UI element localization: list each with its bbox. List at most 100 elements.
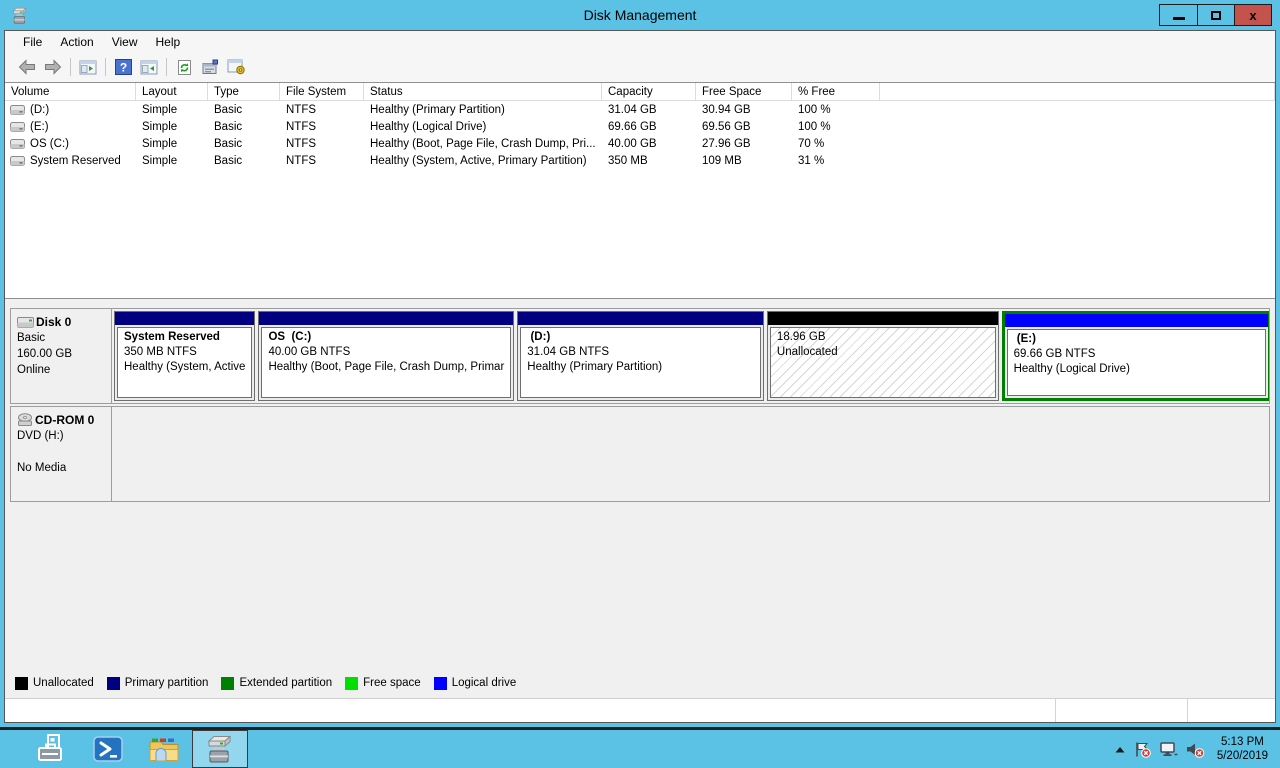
powershell-taskbar-button[interactable] <box>80 730 136 768</box>
disk-graphic-pane: Disk 0Basic160.00 GBOnlineSystem Reserve… <box>5 299 1275 698</box>
legend-item-free-space: Free space <box>345 677 421 690</box>
refresh-icon[interactable] <box>171 55 197 79</box>
disk-label[interactable]: Disk 0Basic160.00 GBOnline <box>11 309 112 403</box>
partition-color-bar <box>518 312 763 325</box>
help-icon[interactable]: ? <box>110 55 136 79</box>
svg-text:?: ? <box>119 61 126 75</box>
layout-cell: Simple <box>136 121 208 133</box>
menu-file[interactable]: File <box>14 32 51 52</box>
minimize-icon <box>1173 17 1185 20</box>
free-space-cell: 30.94 GB <box>696 104 792 116</box>
column-header-capacity[interactable]: Capacity <box>602 83 696 101</box>
partition-block-e[interactable]: (E:)69.66 GB NTFSHealthy (Logical Drive) <box>1002 311 1269 401</box>
properties-icon[interactable] <box>197 55 223 79</box>
column-header-spacer[interactable] <box>880 83 1275 101</box>
free-space-cell: 109 MB <box>696 155 792 167</box>
column-header-free-space[interactable]: Free Space <box>696 83 792 101</box>
back-icon[interactable] <box>14 55 40 79</box>
legend-swatch <box>345 677 358 690</box>
menu-action[interactable]: Action <box>51 32 102 52</box>
window-controls: x <box>1159 4 1272 26</box>
show-hide-icon[interactable] <box>136 55 162 79</box>
console-tree-icon[interactable] <box>75 55 101 79</box>
disk-info-line: 160.00 GB <box>17 346 105 362</box>
volume-cell: (D:) <box>5 104 136 116</box>
legend-item-extended-partition: Extended partition <box>221 677 332 690</box>
taskbar-apps <box>24 730 248 768</box>
file-explorer-taskbar-button[interactable] <box>136 730 192 768</box>
legend-item-unallocated: Unallocated <box>15 677 94 690</box>
partition-block-unallocated[interactable]: 18.96 GBUnallocated <box>767 311 999 401</box>
disk-info-line <box>17 444 105 460</box>
partition-size: 69.66 GB NTFS <box>1014 347 1260 362</box>
type-cell: Basic <box>208 121 280 133</box>
column-header-type[interactable]: Type <box>208 83 280 101</box>
title-bar[interactable]: Disk Management x <box>0 0 1280 30</box>
volume-row[interactable]: OS (C:)SimpleBasicNTFSHealthy (Boot, Pag… <box>5 135 1275 152</box>
partition-block-system-reserved[interactable]: System Reserved350 MB NTFSHealthy (Syste… <box>114 311 255 401</box>
minimize-button[interactable] <box>1160 5 1197 25</box>
disk-management-icon <box>203 733 237 765</box>
drive-icon <box>10 122 25 132</box>
status-cell: Healthy (Primary Partition) <box>364 104 602 116</box>
menu-help[interactable]: Help <box>147 32 190 52</box>
partition-block-d[interactable]: (D:)31.04 GB NTFSHealthy (Primary Partit… <box>517 311 764 401</box>
capacity-cell: 69.66 GB <box>602 121 696 133</box>
column-header-status[interactable]: Status <box>364 83 602 101</box>
legend-swatch <box>15 677 28 690</box>
partition-body: (E:)69.66 GB NTFSHealthy (Logical Drive) <box>1007 329 1267 396</box>
legend-item-primary-partition: Primary partition <box>107 677 209 690</box>
cdrom-icon <box>17 413 33 427</box>
partition-status: Healthy (Logical Drive) <box>1014 362 1260 377</box>
partition-name: System Reserved <box>124 330 245 345</box>
volume-list-body: (D:)SimpleBasicNTFSHealthy (Primary Part… <box>5 101 1275 169</box>
column-header-free[interactable]: % Free <box>792 83 880 101</box>
volume-row[interactable]: (D:)SimpleBasicNTFSHealthy (Primary Part… <box>5 101 1275 118</box>
pct-free-cell: 31 % <box>792 155 880 167</box>
free-space-cell: 69.56 GB <box>696 121 792 133</box>
file-explorer-icon <box>147 733 181 765</box>
column-header-layout[interactable]: Layout <box>136 83 208 101</box>
layout-cell: Simple <box>136 138 208 150</box>
legend-label: Primary partition <box>125 677 209 689</box>
disk-info-line: Online <box>17 362 105 378</box>
partition-block-os-c[interactable]: OS (C:)40.00 GB NTFSHealthy (Boot, Page … <box>258 311 514 401</box>
tray-expand-icon[interactable] <box>1114 745 1126 754</box>
server-manager-taskbar-button[interactable] <box>24 730 80 768</box>
volume-list-header: VolumeLayoutTypeFile SystemStatusCapacit… <box>5 83 1275 101</box>
capacity-cell: 40.00 GB <box>602 138 696 150</box>
volume-name: System Reserved <box>30 155 121 167</box>
capacity-cell: 350 MB <box>602 155 696 167</box>
volume-muted-icon[interactable] <box>1185 741 1205 758</box>
volume-row[interactable]: System ReservedSimpleBasicNTFSHealthy (S… <box>5 152 1275 169</box>
close-button[interactable]: x <box>1234 5 1271 25</box>
free-space-cell: 27.96 GB <box>696 138 792 150</box>
partition-status: Healthy (System, Active <box>124 360 245 375</box>
rescan-icon[interactable] <box>223 55 249 79</box>
maximize-button[interactable] <box>1197 5 1234 25</box>
legend-label: Extended partition <box>239 677 332 689</box>
partition-status: Healthy (Primary Partition) <box>527 360 754 375</box>
window-body: FileActionViewHelp ? VolumeLayoutTypeFil… <box>4 30 1276 723</box>
menu-view[interactable]: View <box>103 32 147 52</box>
disk-management-taskbar-button[interactable] <box>192 730 248 768</box>
taskbar-clock[interactable]: 5:13 PM 5/20/2019 <box>1212 735 1268 763</box>
status-cell: Healthy (Logical Drive) <box>364 121 602 133</box>
column-header-file-system[interactable]: File System <box>280 83 364 101</box>
action-center-flag-icon[interactable] <box>1133 741 1152 758</box>
partition-body: (D:)31.04 GB NTFSHealthy (Primary Partit… <box>520 327 761 398</box>
window-title: Disk Management <box>0 7 1280 23</box>
partition-body: System Reserved350 MB NTFSHealthy (Syste… <box>117 327 252 398</box>
partition-body: OS (C:)40.00 GB NTFSHealthy (Boot, Page … <box>261 327 511 398</box>
legend-item-logical-drive: Logical drive <box>434 677 517 690</box>
disk-label[interactable]: CD-ROM 0DVD (H:) No Media <box>11 407 112 501</box>
column-header-volume[interactable]: Volume <box>5 83 136 101</box>
volume-name: OS (C:) <box>30 138 69 150</box>
volume-row[interactable]: (E:)SimpleBasicNTFSHealthy (Logical Driv… <box>5 118 1275 135</box>
partition-size: 31.04 GB NTFS <box>527 345 754 360</box>
network-icon[interactable] <box>1159 741 1178 757</box>
disk-info-line: No Media <box>17 460 105 476</box>
volume-name: (D:) <box>30 104 49 116</box>
desktop-screen: Disk Management x FileActionViewHelp ? V… <box>0 0 1280 768</box>
forward-icon[interactable] <box>40 55 66 79</box>
